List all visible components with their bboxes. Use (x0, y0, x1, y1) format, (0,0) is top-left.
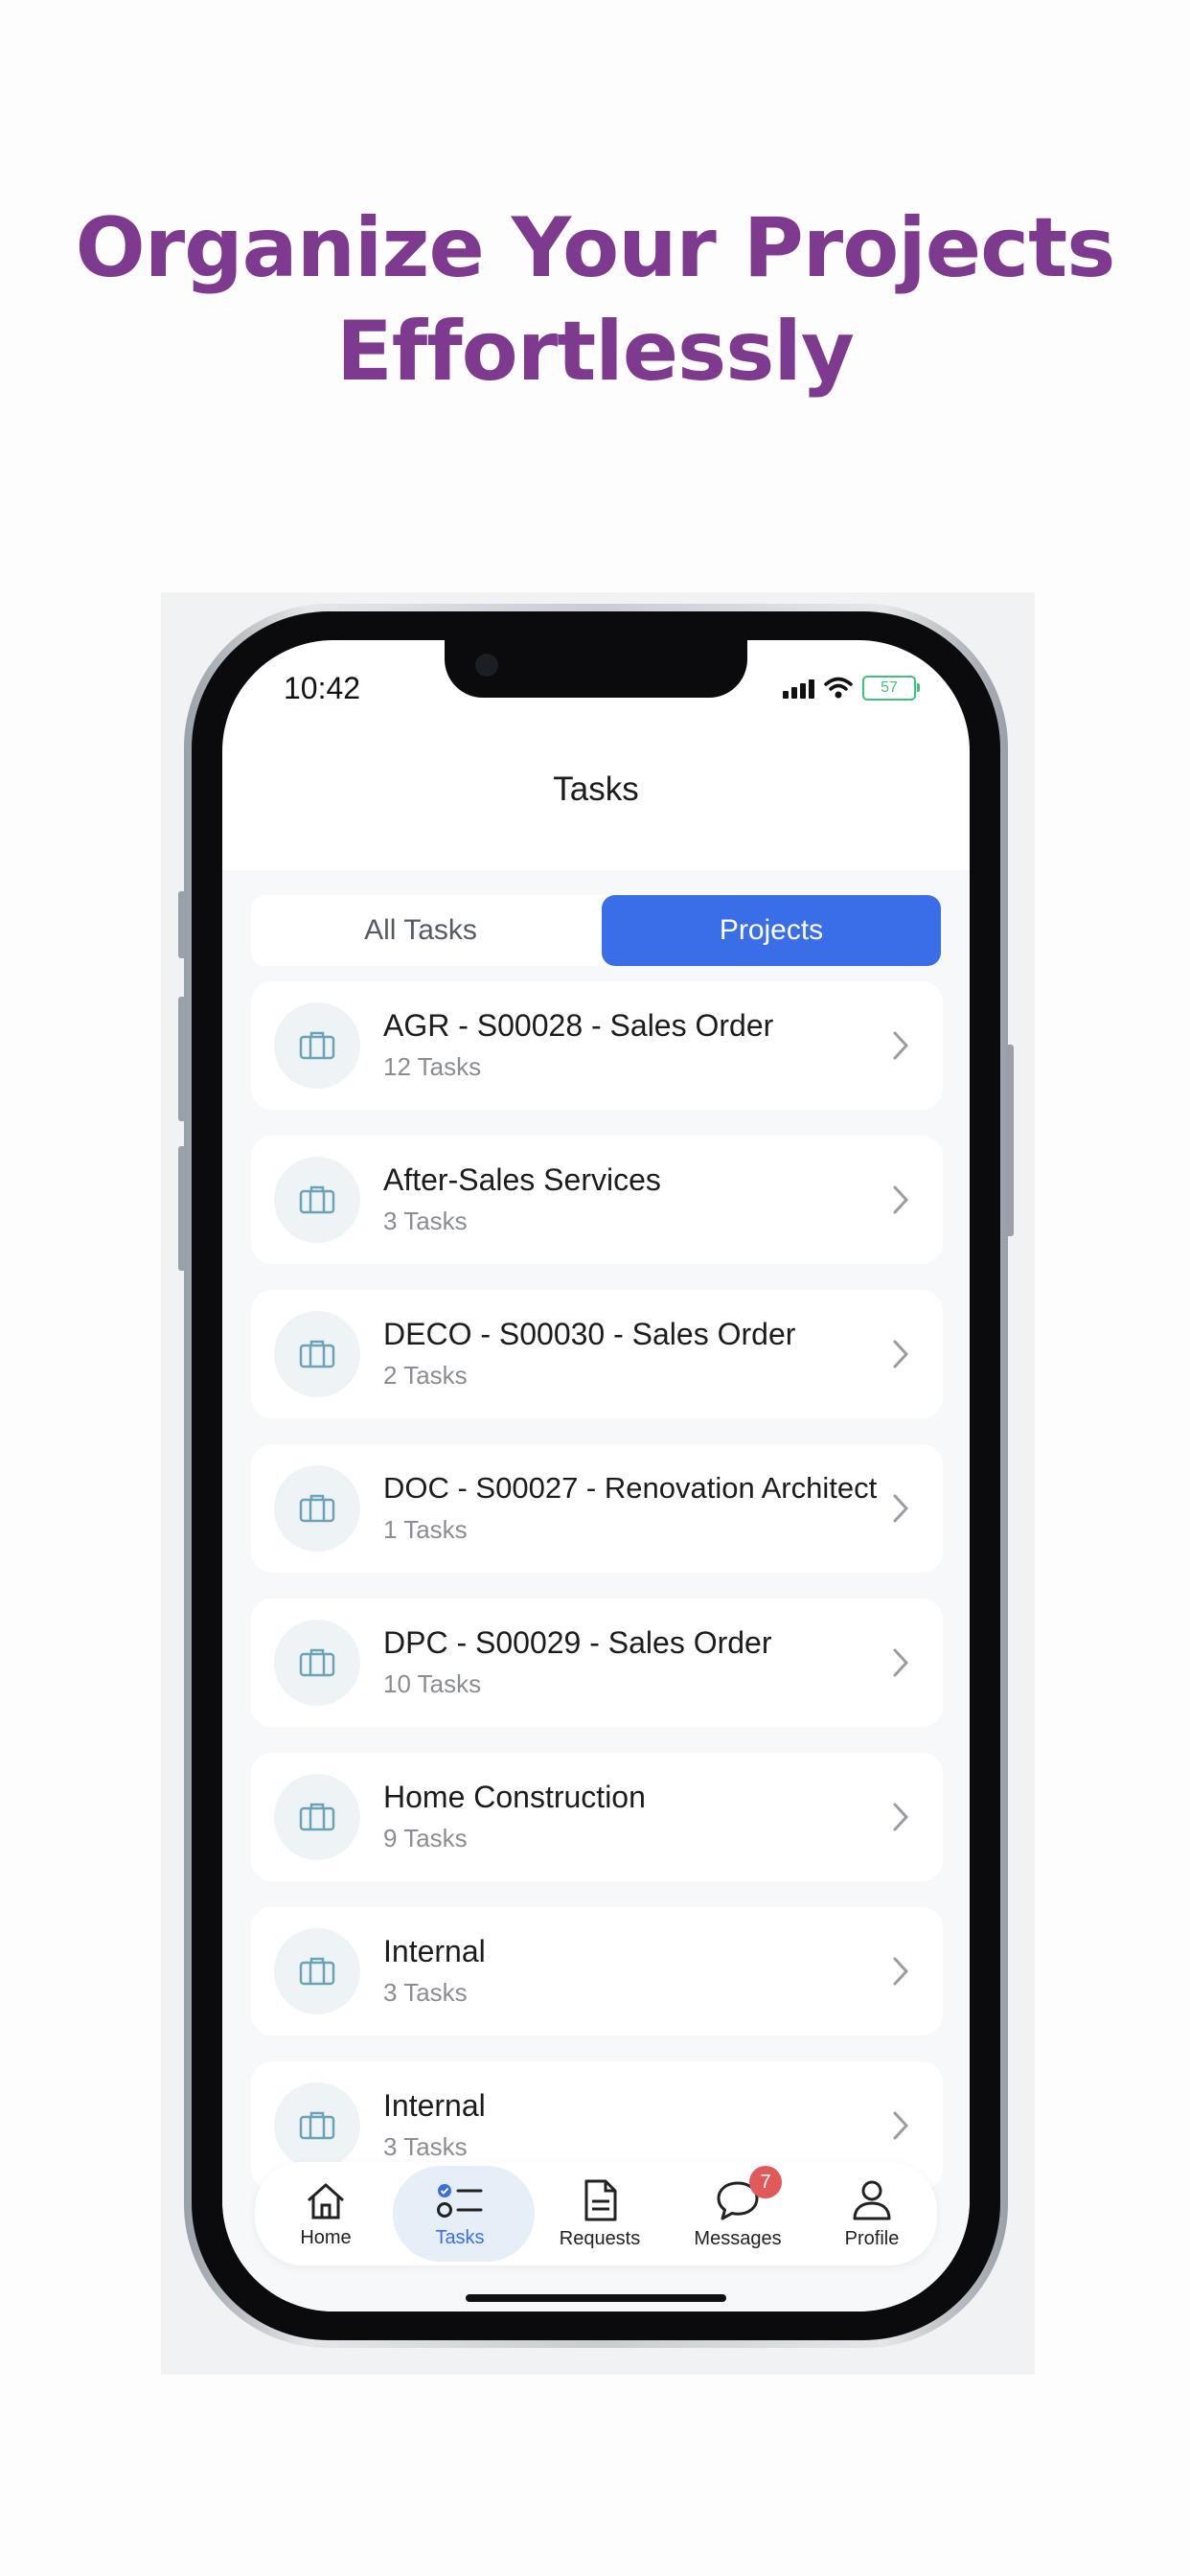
project-title: After-Sales Services (383, 1162, 661, 1197)
chevron-right-icon (893, 2111, 909, 2140)
briefcase-icon (274, 2082, 360, 2169)
bottom-tab-bar: Home Tasks Requests Messages 7 Profile (255, 2162, 937, 2266)
chevron-right-icon (893, 1340, 909, 1368)
tab-label: Home (300, 2226, 352, 2248)
tab-requests[interactable]: Requests (533, 2162, 667, 2266)
front-camera (475, 654, 498, 677)
phone-screen: 10:42 57 Tasks All Tasks Projects AGR - … (222, 640, 970, 2312)
status-time: 10:42 (284, 671, 361, 705)
chevron-right-icon (893, 1185, 909, 1214)
tab-profile[interactable]: Profile (805, 2162, 939, 2266)
segmented-control: All Tasks Projects (251, 895, 941, 966)
project-task-count: 9 Tasks (383, 1824, 468, 1852)
chevron-right-icon (893, 1803, 909, 1831)
chevron-right-icon (893, 1494, 909, 1523)
tab-label: Profile (844, 2227, 900, 2249)
profile-icon (853, 2180, 891, 2220)
project-item[interactable]: After-Sales Services 3 Tasks (251, 1136, 943, 1264)
notch (445, 640, 747, 698)
project-title: Internal (383, 1934, 486, 1968)
chevron-right-icon (893, 1648, 909, 1677)
project-title: Internal (383, 2088, 486, 2123)
tab-tasks[interactable]: Tasks (393, 2162, 535, 2266)
page-title: Tasks (553, 770, 639, 808)
briefcase-icon (274, 1157, 360, 1243)
segment-all-tasks[interactable]: All Tasks (251, 895, 590, 966)
chevron-right-icon (893, 1957, 909, 1986)
document-icon (584, 2179, 617, 2220)
briefcase-icon (274, 1774, 360, 1860)
project-task-count: 1 Tasks (383, 1515, 468, 1544)
project-title: AGR - S00028 - Sales Order (383, 1008, 774, 1043)
project-title: DECO - S00030 - Sales Order (383, 1317, 796, 1351)
mute-switch (178, 891, 186, 958)
unread-badge: 7 (749, 2166, 782, 2198)
segment-projects[interactable]: Projects (602, 895, 941, 966)
project-item[interactable]: DOC - S00027 - Renovation Architect 1 Ta… (251, 1444, 943, 1573)
project-title: DOC - S00027 - Renovation Architect (383, 1471, 878, 1505)
project-task-count: 12 Tasks (383, 1052, 482, 1081)
side-button (1006, 1045, 1014, 1236)
wifi-icon (824, 677, 853, 699)
project-task-count: 3 Tasks (383, 1207, 468, 1235)
project-task-count: 3 Tasks (383, 2132, 468, 2161)
tab-messages[interactable]: Messages 7 (671, 2162, 805, 2266)
project-item[interactable]: DPC - S00029 - Sales Order 10 Tasks (251, 1598, 943, 1727)
tab-home[interactable]: Home (259, 2162, 393, 2266)
project-task-count: 10 Tasks (383, 1669, 482, 1698)
tasks-icon (437, 2183, 483, 2218)
project-title: Home Construction (383, 1780, 646, 1814)
tab-label: Requests (559, 2227, 641, 2249)
tab-label: Messages (694, 2227, 782, 2249)
briefcase-icon (274, 1928, 360, 2014)
project-item[interactable]: Home Construction 9 Tasks (251, 1753, 943, 1881)
marketing-headline: Organize Your Projects Effortlessly (0, 196, 1190, 403)
chevron-right-icon (893, 1031, 909, 1060)
volume-up-button (178, 997, 186, 1121)
briefcase-icon (274, 1620, 360, 1706)
tab-label: Tasks (435, 2226, 485, 2248)
headline-line-1: Organize Your Projects (75, 200, 1116, 296)
battery-icon: 57 (862, 676, 920, 701)
briefcase-icon (274, 1465, 360, 1552)
briefcase-icon (274, 1002, 360, 1089)
project-item[interactable]: AGR - S00028 - Sales Order 12 Tasks (251, 981, 943, 1110)
project-item[interactable]: Internal 3 Tasks (251, 1907, 943, 2036)
home-indicator[interactable] (466, 2294, 726, 2302)
project-task-count: 2 Tasks (383, 1361, 468, 1390)
headline-line-2: Effortlessly (336, 304, 855, 400)
status-icons: 57 (783, 675, 920, 702)
volume-down-button (178, 1146, 186, 1271)
briefcase-icon (274, 1311, 360, 1397)
main-content: All Tasks Projects AGR - S00028 - Sales … (222, 870, 970, 2312)
project-title: DPC - S00029 - Sales Order (383, 1625, 772, 1660)
project-item[interactable]: DECO - S00030 - Sales Order 2 Tasks (251, 1290, 943, 1418)
project-task-count: 3 Tasks (383, 1978, 468, 2007)
signal-icon (783, 678, 814, 699)
home-icon (308, 2183, 344, 2219)
